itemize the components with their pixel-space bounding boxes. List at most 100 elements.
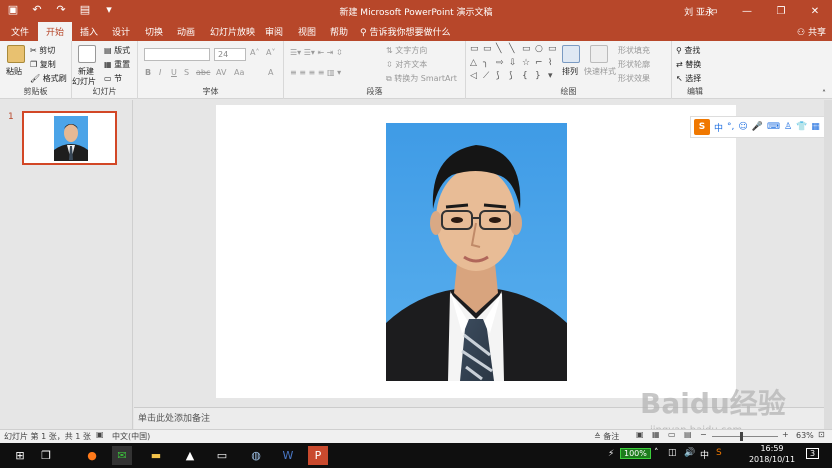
zoom-in-icon[interactable]: + bbox=[782, 430, 789, 439]
paint-icon[interactable]: ◍ bbox=[246, 446, 266, 465]
network-icon[interactable]: ◫ bbox=[668, 448, 677, 458]
underline-button[interactable]: U bbox=[171, 68, 177, 77]
reset-button[interactable]: ▦ 重置 bbox=[104, 59, 130, 70]
find-label: 查找 bbox=[684, 46, 701, 55]
zoom-slider[interactable] bbox=[712, 436, 778, 437]
powerpoint-icon[interactable]: P bbox=[308, 446, 328, 465]
tab-animations[interactable]: 动画 bbox=[177, 25, 195, 38]
emoji-icon[interactable]: ☺ bbox=[738, 122, 747, 132]
task-view-icon[interactable]: ❐ bbox=[36, 446, 56, 465]
italic-button[interactable]: I bbox=[159, 68, 161, 77]
zoom-level[interactable]: 63% bbox=[796, 431, 814, 440]
shape-effects-button[interactable]: 形状效果 bbox=[618, 73, 650, 84]
notification-center-icon[interactable]: 3 bbox=[806, 448, 820, 459]
reading-view-icon[interactable]: ▭ bbox=[668, 430, 676, 439]
clock-time[interactable]: 16:59 bbox=[752, 444, 792, 453]
tab-file[interactable]: 文件 bbox=[11, 25, 29, 38]
skin-icon[interactable]: 👕 bbox=[796, 122, 807, 132]
toolbox-icon[interactable]: ▦ bbox=[811, 122, 820, 132]
shape-outline-button[interactable]: 形状轮廓 bbox=[618, 59, 650, 70]
windows-start-icon[interactable]: ⊞ bbox=[10, 446, 30, 465]
ribbon-display-icon[interactable]: ▭ bbox=[696, 0, 730, 22]
tab-home[interactable]: 开始 bbox=[38, 22, 73, 41]
sogou-tray-icon[interactable]: S bbox=[716, 448, 722, 458]
shape-fill-button[interactable]: 形状填充 bbox=[618, 45, 650, 56]
copy-button[interactable]: ❐ 复制 bbox=[30, 59, 56, 70]
bullets-icon[interactable]: ☰▾ ☰▾ ⇤ ⇥ ⇳ bbox=[290, 48, 343, 57]
paste-button[interactable]: 粘贴 bbox=[6, 66, 22, 77]
zoom-slider-thumb[interactable] bbox=[740, 432, 743, 441]
tab-transitions[interactable]: 切换 bbox=[145, 25, 163, 38]
smartart-button[interactable]: ⧉ 转换为 SmartArt bbox=[386, 73, 457, 84]
close-icon[interactable]: ✕ bbox=[798, 0, 832, 22]
user-icon[interactable]: ♙ bbox=[784, 122, 792, 132]
keyboard-icon[interactable]: ⌨ bbox=[767, 122, 780, 132]
font-color-button[interactable]: A bbox=[268, 68, 273, 77]
clock-date[interactable]: 2018/10/11 bbox=[744, 455, 800, 464]
tab-help[interactable]: 帮助 bbox=[330, 25, 348, 38]
grow-font-icon[interactable]: A˄ bbox=[250, 48, 259, 57]
select-button[interactable]: ↖ 选择 bbox=[676, 73, 701, 84]
wechat-icon[interactable]: ✉ bbox=[112, 446, 132, 465]
font-name-box[interactable] bbox=[144, 48, 210, 61]
collapse-ribbon-icon[interactable]: ˄ bbox=[822, 89, 826, 98]
layout-button[interactable]: ▤ 版式 bbox=[104, 45, 130, 56]
find-button[interactable]: ⚲ 查找 bbox=[676, 45, 700, 56]
terminal-icon[interactable]: ▭ bbox=[212, 446, 232, 465]
volume-icon[interactable]: 🔊 bbox=[684, 448, 695, 458]
format-painter-button[interactable]: 🖌 格式刷 bbox=[30, 73, 67, 84]
replace-button[interactable]: ⇄ 替换 bbox=[676, 59, 701, 70]
language-status[interactable]: 中文(中国) bbox=[112, 431, 150, 442]
zoom-out-icon[interactable]: − bbox=[700, 430, 707, 439]
copy-label: 复制 bbox=[39, 60, 56, 69]
slide-thumbnail[interactable] bbox=[22, 111, 117, 165]
word-icon[interactable]: W bbox=[278, 446, 298, 465]
tab-insert[interactable]: 插入 bbox=[80, 25, 98, 38]
slide-sorter-icon[interactable]: ▦ bbox=[652, 430, 660, 439]
ime-mode-label[interactable]: 中 bbox=[714, 121, 723, 134]
notes-toggle[interactable]: ≙ 备注 bbox=[594, 431, 619, 442]
battery-indicator[interactable]: 100% bbox=[620, 448, 651, 459]
file-explorer-icon[interactable]: ▬ bbox=[146, 446, 166, 465]
microphone-icon[interactable]: 🎤 bbox=[752, 122, 763, 132]
layout-icon: ▤ bbox=[104, 46, 112, 55]
align-text-button[interactable]: ⇳ 对齐文本 bbox=[386, 59, 427, 70]
align-icons[interactable]: ≡ ≡ ≡ ≡ ▥ ▾ bbox=[290, 68, 341, 77]
tray-chevron-icon[interactable]: ˄ bbox=[654, 448, 659, 458]
normal-view-icon[interactable]: ▣ bbox=[636, 430, 644, 439]
text-direction-button[interactable]: ⇅ 文字方向 bbox=[386, 45, 427, 56]
tab-slideshow[interactable]: 幻灯片放映 bbox=[210, 25, 255, 38]
font-size-box[interactable]: 24 bbox=[214, 48, 246, 61]
firefox-icon[interactable]: ● bbox=[82, 446, 102, 465]
power-icon[interactable]: ⚡ bbox=[608, 449, 614, 459]
tell-me-search[interactable]: ⚲ 告诉我你想要做什么 bbox=[360, 25, 450, 38]
strikethrough-button[interactable]: abc bbox=[196, 68, 210, 77]
slide-canvas[interactable] bbox=[216, 105, 736, 398]
group-clipboard: 粘贴 ✂ 剪切 ❐ 复制 🖌 格式刷 剪贴板 bbox=[0, 41, 72, 99]
photos-icon[interactable]: ▲ bbox=[180, 446, 200, 465]
tab-design[interactable]: 设计 bbox=[112, 25, 130, 38]
vertical-scrollbar[interactable] bbox=[824, 100, 832, 429]
tab-view[interactable]: 视图 bbox=[298, 25, 316, 38]
shapes-gallery[interactable]: ▭ ▭ ╲ ╲ ▭ ○ ▭ △ ╮ ⇨ ⇩ ☆ ⌐ ⌇ ◁ ⟋ ⟆ ⟆{} ▾ bbox=[470, 44, 560, 84]
shadow-button[interactable]: S bbox=[184, 68, 189, 77]
fit-to-window-icon[interactable]: ⊡ bbox=[818, 430, 825, 439]
restore-icon[interactable]: ❐ bbox=[764, 0, 798, 22]
punctuation-icon[interactable]: °, bbox=[727, 122, 734, 132]
tab-review[interactable]: 审阅 bbox=[265, 25, 283, 38]
change-case-button[interactable]: Aa bbox=[234, 68, 244, 77]
arrange-button[interactable]: 排列 bbox=[562, 66, 578, 77]
minimize-icon[interactable]: — bbox=[730, 0, 764, 22]
bold-button[interactable]: B bbox=[145, 68, 151, 77]
ime-toolbar[interactable]: S 中 °, ☺ 🎤 ⌨ ♙ 👕 ▦ bbox=[690, 116, 826, 138]
shrink-font-icon[interactable]: A˅ bbox=[266, 48, 275, 57]
slideshow-view-icon[interactable]: ▤ bbox=[684, 430, 692, 439]
char-spacing-button[interactable]: AV bbox=[216, 68, 226, 77]
ime-indicator-icon[interactable]: 中 bbox=[700, 448, 709, 461]
spellcheck-icon[interactable]: ▣ bbox=[96, 430, 104, 439]
share-button[interactable]: ⚇ 共享 bbox=[797, 25, 826, 38]
quick-styles-button[interactable]: 快速样式 bbox=[584, 66, 616, 77]
section-button[interactable]: ▭ 节 bbox=[104, 73, 122, 84]
id-photo[interactable] bbox=[386, 123, 567, 381]
cut-button[interactable]: ✂ 剪切 bbox=[30, 45, 55, 56]
